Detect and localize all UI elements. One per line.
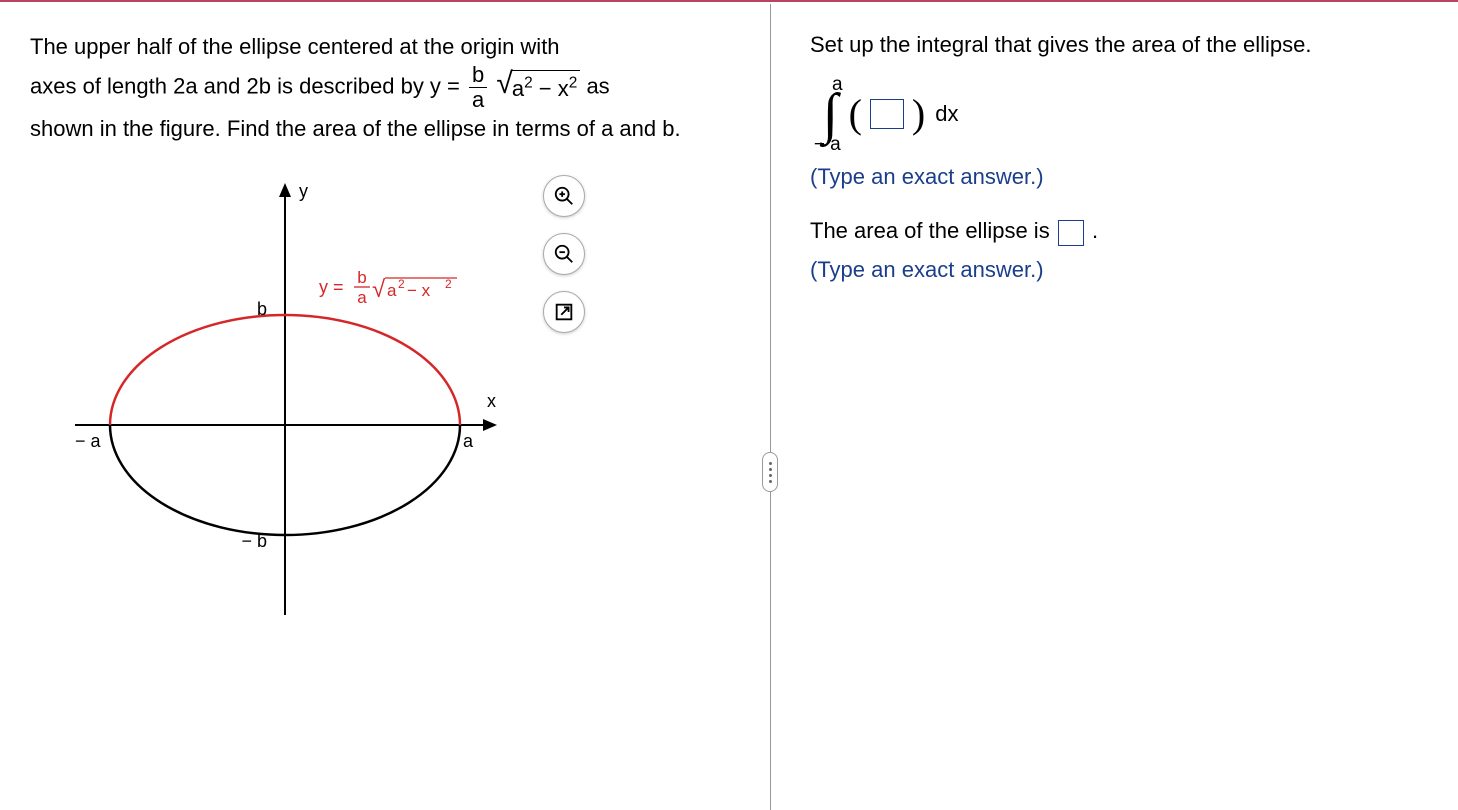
svg-text:√: √ [372,276,386,303]
fraction-b-over-a: b a [469,63,487,112]
zoom-out-icon [553,243,575,265]
svg-text:b: b [357,268,366,287]
zoom-out-button[interactable] [543,233,585,275]
integral-lower-limit: − a [814,135,841,154]
y-axis-label: y [299,181,308,201]
svg-text:a: a [357,288,367,307]
svg-text:2: 2 [398,277,405,291]
integral-symbol: ∫ [823,92,838,137]
curve-equation-label: y = b a √ a 2 − x 2 [319,268,457,307]
svg-text:− x: − x [407,281,431,300]
area-sentence: The area of the ellipse is . [810,216,1428,247]
zoom-in-icon [553,185,575,207]
b-tick: b [257,299,267,319]
popout-button[interactable] [543,291,585,333]
problem-line3: shown in the figure. Find the area of th… [30,116,681,141]
integrand-input[interactable] [870,99,904,129]
integral-expression: a ∫ − a ( ) dx [818,75,1428,154]
integral-prompt: Set up the integral that gives the area … [810,30,1428,61]
neg-b-tick: − b [241,531,267,551]
problem-statement: The upper half of the ellipse centered a… [30,30,740,145]
hint-2: (Type an exact answer.) [810,255,1428,286]
problem-line1: The upper half of the ellipse centered a… [30,34,560,59]
ellipse-figure: y x b − b a − a y = b a √ a 2 − x [55,175,615,635]
svg-text:2: 2 [445,277,452,291]
ellipse-svg: y x b − b a − a y = b a √ a 2 − x [55,175,515,635]
x-axis-label: x [487,391,496,411]
svg-text:y =: y = [319,277,344,297]
problem-line2-prefix: axes of length 2a and 2b is described by… [30,74,466,99]
area-input[interactable] [1058,220,1084,246]
hint-1: (Type an exact answer.) [810,162,1428,193]
sqrt-expression: √ a2 − x2 [496,70,580,105]
neg-a-tick: − a [75,431,102,451]
svg-text:a: a [387,281,397,300]
zoom-in-button[interactable] [543,175,585,217]
a-tick: a [463,431,474,451]
popout-icon [553,301,575,323]
problem-line2-suffix: as [586,74,609,99]
dx-label: dx [935,101,958,127]
